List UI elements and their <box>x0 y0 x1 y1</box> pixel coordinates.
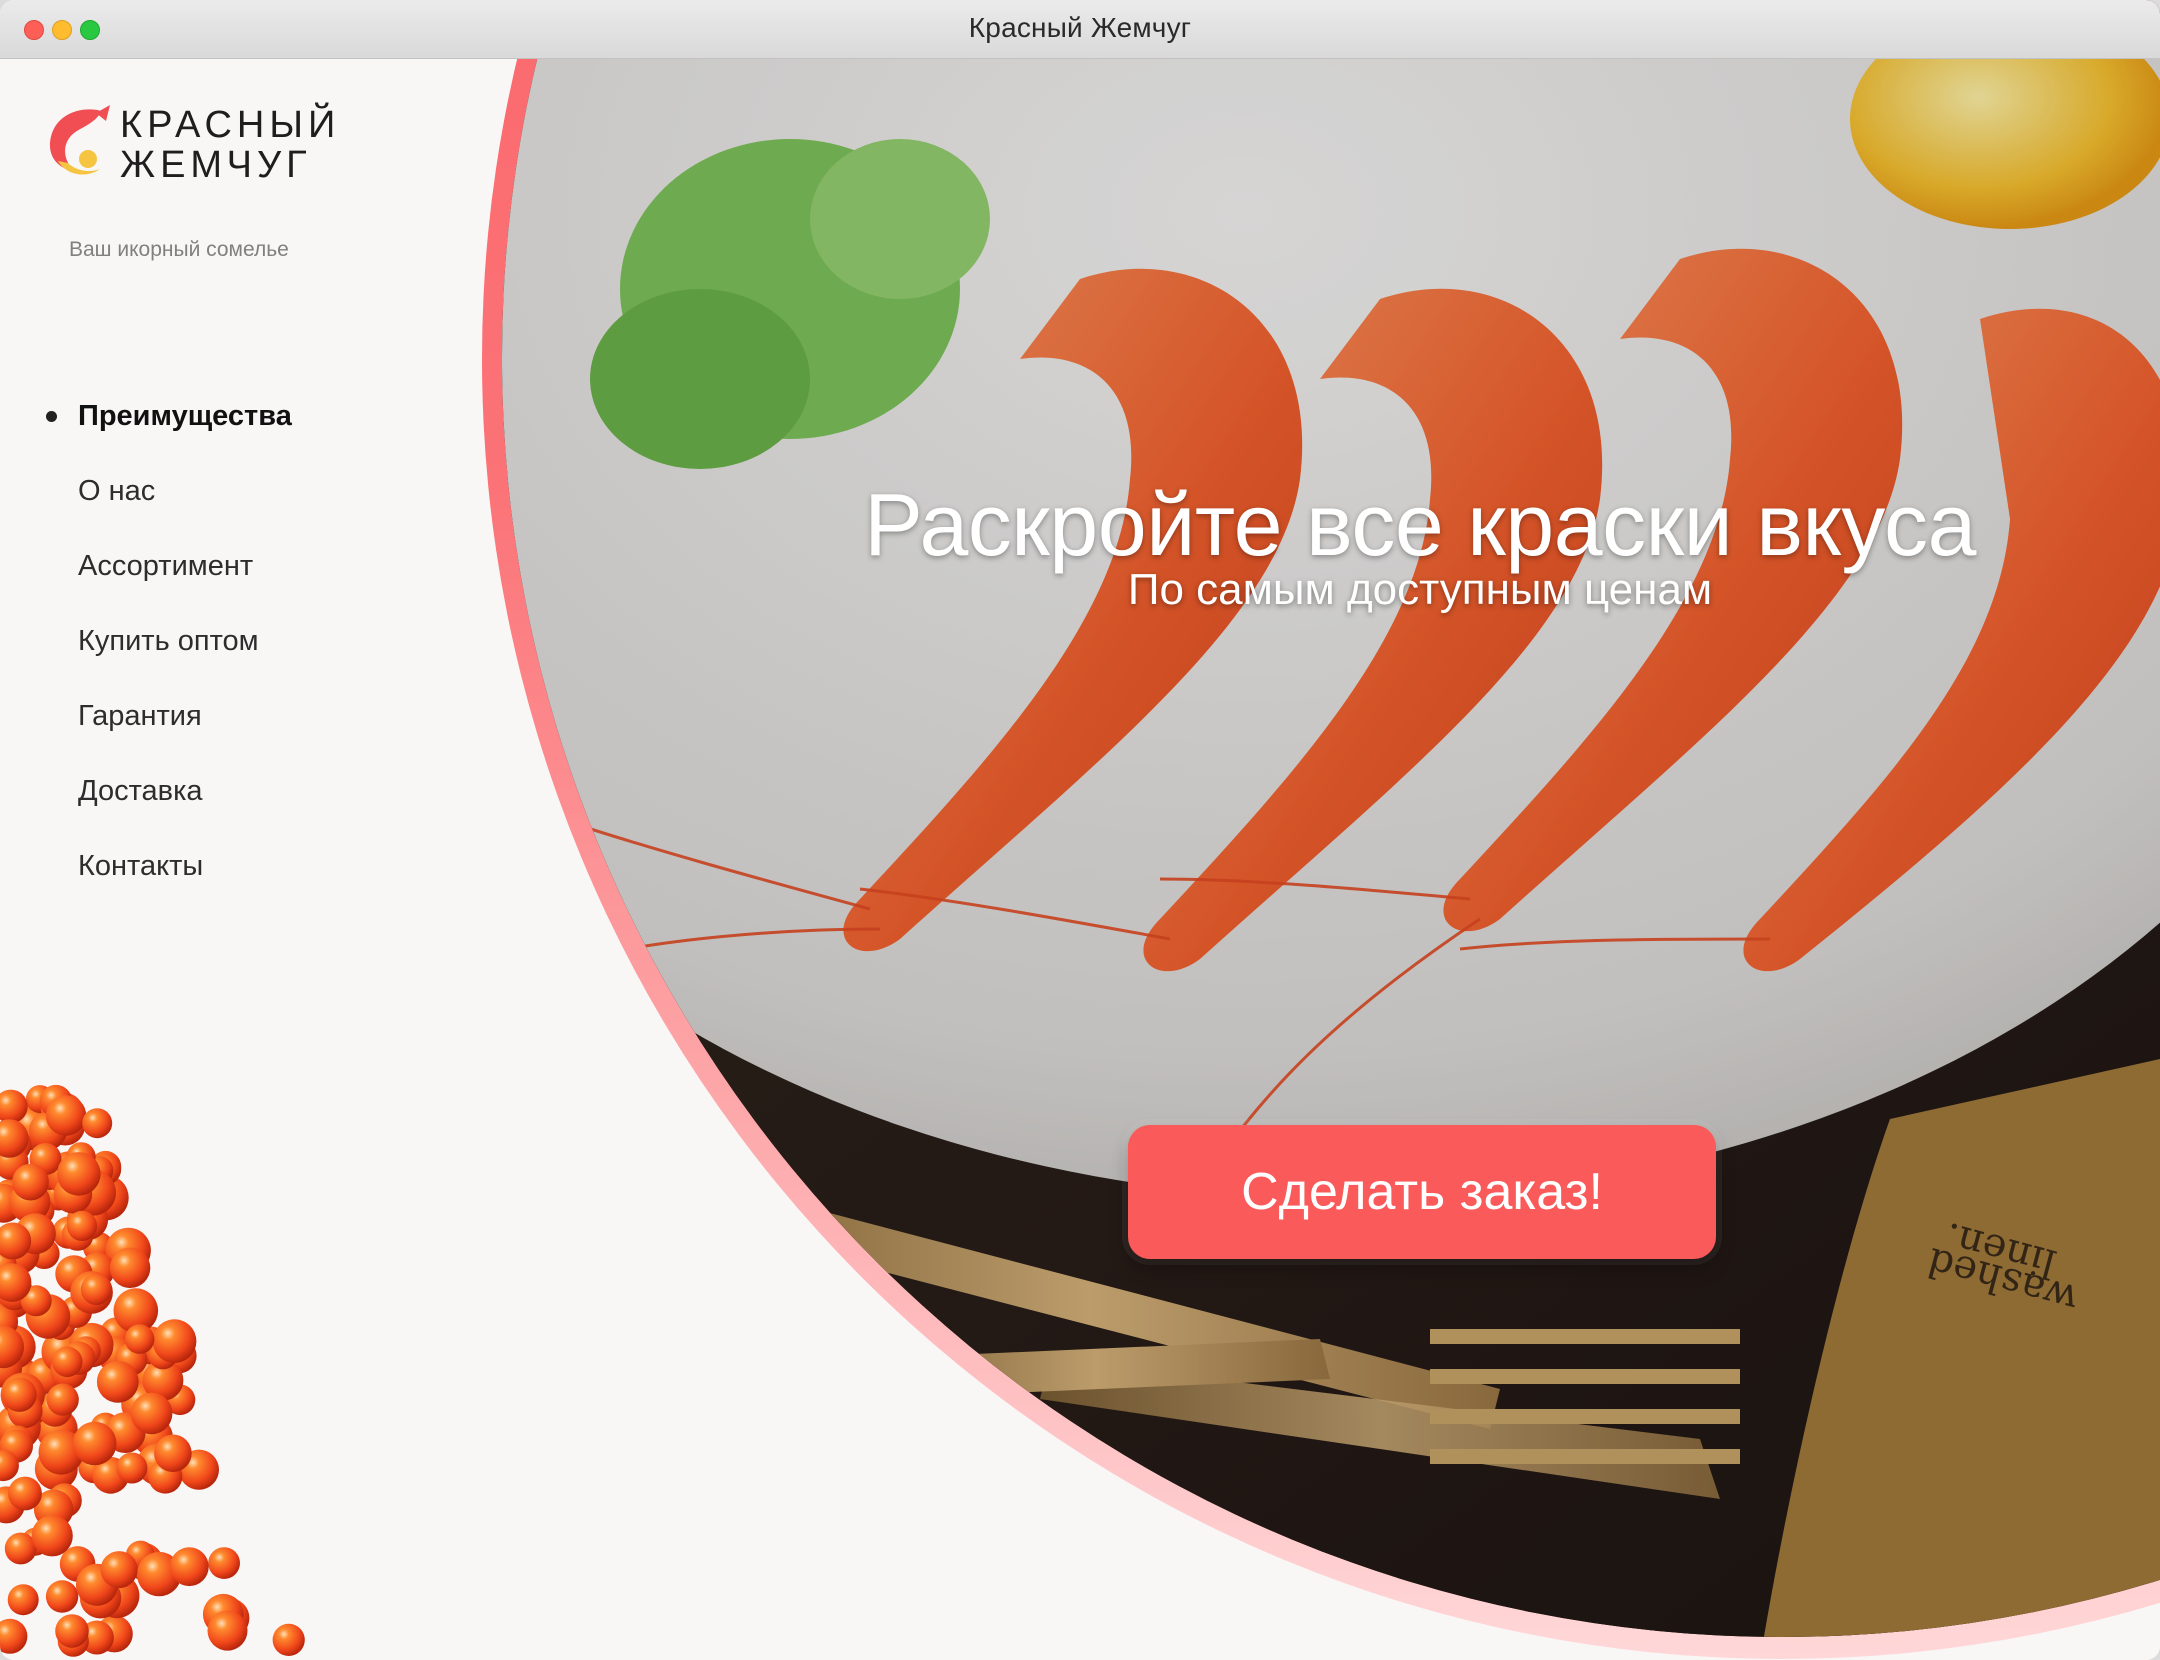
nav-item-delivery[interactable]: Доставка <box>40 766 292 841</box>
caviar-egg <box>46 1383 79 1416</box>
caviar-egg <box>52 1346 83 1378</box>
caviar-egg <box>207 1610 248 1651</box>
caviar-egg <box>72 1421 117 1466</box>
nav-item-label: Гарантия <box>78 700 202 732</box>
hero-headline-block: Раскройте все краски вкуса По самым дост… <box>780 475 2060 615</box>
nav-item-label: Преимущества <box>78 400 292 432</box>
caviar-egg <box>55 1614 89 1648</box>
caviar-egg <box>45 1095 87 1136</box>
nav-item-label: Доставка <box>78 775 203 807</box>
nav-item-wholesale[interactable]: Купить оптом <box>40 616 292 691</box>
title-bar: Красный Жемчуг <box>0 0 2160 59</box>
order-button[interactable]: Сделать заказ! <box>1128 1125 1716 1259</box>
caviar-egg <box>116 1452 148 1484</box>
nav-item-contacts[interactable]: Контакты <box>40 841 292 916</box>
logo-line-1: КРАСНЫЙ <box>120 104 341 146</box>
nav-item-label: О нас <box>78 475 156 507</box>
caviar-egg <box>152 1319 197 1364</box>
caviar-egg <box>109 1247 151 1288</box>
caviar-egg <box>57 1152 101 1196</box>
logo-tagline: Ваш икорный сомелье <box>69 238 289 261</box>
nav-item-label: Ассортимент <box>78 550 254 582</box>
nav-item-guarantee[interactable]: Гарантия <box>40 691 292 766</box>
hero-title: Раскройте все краски вкуса <box>864 475 1976 574</box>
caviar-egg <box>66 1210 98 1241</box>
caviar-egg <box>96 1360 139 1403</box>
nav-item-advantages[interactable]: Преимущества <box>40 391 292 466</box>
caviar-egg <box>124 1324 155 1354</box>
caviar-egg <box>7 1584 39 1616</box>
nav-item-assortment[interactable]: Ассортимент <box>40 541 292 616</box>
caviar-egg <box>100 1551 138 1589</box>
caviar-egg <box>31 1515 73 1557</box>
active-indicator-dot <box>46 411 57 422</box>
site-logo[interactable]: КРАСНЫЙ ЖЕМЧУГ Ваш икорный сомелье <box>44 103 344 261</box>
caviar-egg <box>169 1547 209 1587</box>
window-title: Красный Жемчуг <box>968 12 1192 43</box>
browser-window: Красный Жемчуг КРАСНЫЙ ЖЕМЧУГ Ваш икорны… <box>0 0 2160 1660</box>
shrimp-plate-photo: washed linen. <box>502 59 2160 1637</box>
caviar-egg <box>272 1623 305 1656</box>
caviar-egg <box>130 1392 173 1435</box>
caviar-egg <box>12 1163 49 1201</box>
red-caviar-image <box>0 1084 305 1657</box>
nav-item-about[interactable]: О нас <box>40 466 292 541</box>
caviar-egg <box>2 1377 37 1412</box>
nav-item-label: Купить оптом <box>78 625 259 657</box>
hero-image: washed linen. <box>502 0 2160 1637</box>
logo-wordmark: КРАСНЫЙ ЖЕМЧУГ <box>120 105 340 185</box>
caviar-egg <box>8 1476 42 1511</box>
caviar-egg <box>82 1108 113 1139</box>
logo-line-2: ЖЕМЧУГ <box>120 144 312 186</box>
caviar-egg <box>208 1547 241 1579</box>
caviar-egg <box>45 1580 79 1613</box>
caviar-egg <box>80 1273 112 1305</box>
nav-item-label: Контакты <box>78 850 204 882</box>
caviar-egg <box>0 1618 28 1654</box>
pearl-fish-logo-icon <box>49 105 110 175</box>
side-navigation: Преимущества О нас Ассортимент Купить оп… <box>40 391 292 916</box>
caviar-egg <box>154 1434 192 1473</box>
landing-page: КРАСНЫЙ ЖЕМЧУГ Ваш икорный сомелье Преим… <box>0 0 2160 1660</box>
